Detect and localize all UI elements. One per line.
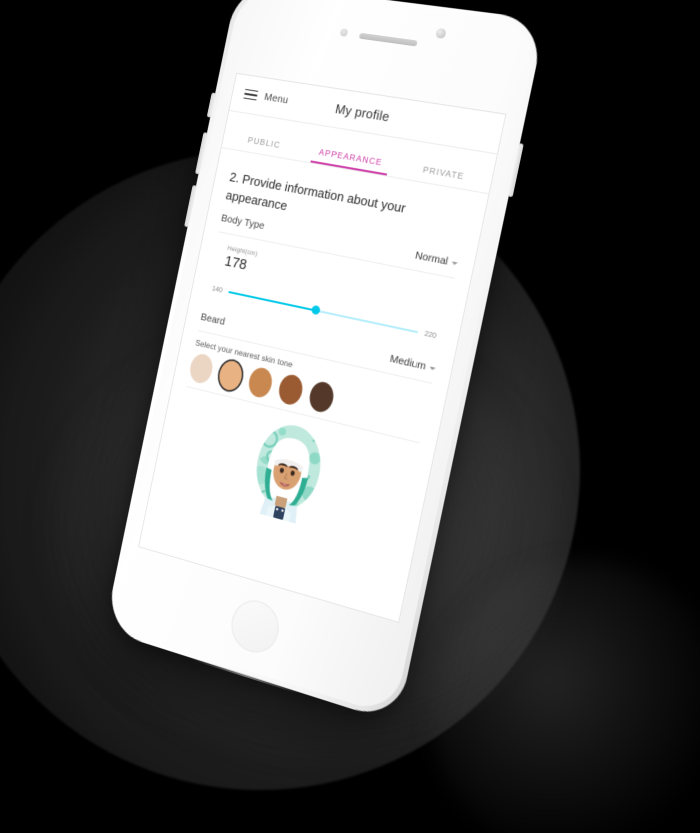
chevron-down-icon (451, 261, 458, 266)
chevron-down-icon (429, 366, 436, 371)
beard-value-text: Medium (388, 352, 427, 373)
skin-tone-swatch-1[interactable] (187, 352, 215, 386)
menu-button[interactable]: Menu (232, 86, 289, 106)
body-type-label: Body Type (220, 212, 266, 233)
phone-perspective-wrapper: Menu My profile PUBLIC APPEARANCE PRIVAT… (0, 0, 700, 833)
hamburger-icon (243, 88, 259, 101)
slider-track-fill (228, 290, 317, 312)
smartphone-device: Menu My profile PUBLIC APPEARANCE PRIVAT… (104, 0, 546, 724)
slider-max-label: 220 (423, 328, 438, 341)
slider-min-label: 140 (211, 283, 224, 295)
skin-tone-swatch-5[interactable] (306, 379, 336, 415)
screenshot-stage: Menu My profile PUBLIC APPEARANCE PRIVAT… (0, 0, 700, 833)
body-type-value[interactable]: Normal (414, 250, 459, 270)
menu-label: Menu (263, 91, 290, 107)
slider-thumb[interactable] (311, 305, 322, 316)
skin-tone-swatch-3[interactable] (246, 365, 275, 400)
skin-tone-swatch-2[interactable] (216, 358, 245, 393)
